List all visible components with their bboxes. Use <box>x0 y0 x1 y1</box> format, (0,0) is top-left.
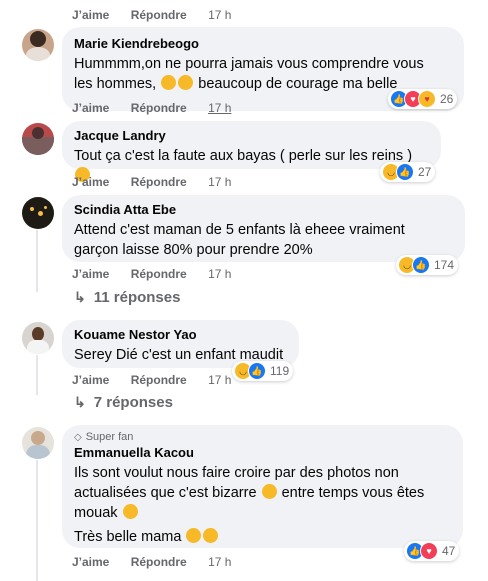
reaction-summary[interactable]: ◡ 👍 174 <box>396 255 459 275</box>
reply-button[interactable]: Répondre <box>131 267 187 281</box>
comment-actions: J’aime Répondre 17 h <box>72 554 231 570</box>
comment-text-segment: actualisées que c'est bizarre <box>74 485 257 501</box>
avatar[interactable] <box>22 29 54 61</box>
reply-arrow-icon: ↳ <box>74 394 86 410</box>
emoji-icon <box>203 528 219 543</box>
reaction-summary[interactable]: ◡ 👍 119 <box>232 361 294 381</box>
like-button[interactable]: J’aime <box>72 175 109 189</box>
comment-bubble: ◇ Super fan Emmanuella Kacou Ils sont vou… <box>62 425 463 548</box>
comment-text-line: Ils sont voulut nous faire croire par de… <box>74 465 399 481</box>
comment-actions: J’aime Répondre 17 h <box>72 174 231 190</box>
thread-line <box>36 460 38 581</box>
comment-actions: J’aime Répondre 17 h <box>72 100 231 116</box>
like-button[interactable]: J’aime <box>72 267 109 281</box>
comment-author[interactable]: Marie Kiendrebeogo <box>74 36 452 52</box>
reply-button[interactable]: Répondre <box>131 175 187 189</box>
reply-button[interactable]: Répondre <box>131 555 187 569</box>
comment-text-segment: Tout ça c'est la faute aux bayas ( perle… <box>74 148 413 164</box>
comment-text-line: Très belle mama <box>74 527 451 547</box>
comment-bubble: Scindia Atta Ebe Attend c'est maman de 5… <box>62 195 465 262</box>
view-replies-link[interactable]: ↳ 11 réponses <box>74 289 180 306</box>
comment-author[interactable]: Scindia Atta Ebe <box>74 202 453 218</box>
comment-text-segment: entre temps vous êtes <box>281 485 425 501</box>
like-reaction-icon: 👍 <box>396 163 414 181</box>
thread-line <box>36 230 38 292</box>
avatar[interactable] <box>22 427 54 459</box>
comment-actions: J’aime Répondre 17 h <box>72 7 231 23</box>
emoji-icon <box>186 528 202 543</box>
reaction-summary[interactable]: 👍 ♥ ♥ 26 <box>388 89 458 109</box>
care-reaction-icon: ♥ <box>418 90 436 108</box>
avatar[interactable] <box>22 197 54 229</box>
emoji-icon <box>261 484 277 499</box>
diamond-icon: ◇ <box>74 431 82 443</box>
comment-text-line: Hummmm,on ne pourra jamais vous comprend… <box>74 56 424 72</box>
comment-text: Ils sont voulut nous faire croire par de… <box>74 463 451 547</box>
comment-text-line: mouak <box>74 503 451 523</box>
timestamp[interactable]: 17 h <box>208 373 231 387</box>
badge-label: Super fan <box>85 431 134 443</box>
emoji-icon <box>122 504 138 519</box>
replies-count: 11 réponses <box>93 289 181 306</box>
like-reaction-icon: 👍 <box>248 362 266 380</box>
reply-button[interactable]: Répondre <box>131 373 187 387</box>
avatar[interactable] <box>22 123 54 155</box>
reaction-count: 174 <box>434 258 455 272</box>
thread-line <box>36 355 38 395</box>
like-button[interactable]: J’aime <box>72 555 109 569</box>
like-button[interactable]: J’aime <box>72 101 109 115</box>
comment-author[interactable]: Jacque Landry <box>74 128 429 144</box>
emoji-icon <box>161 75 177 90</box>
timestamp[interactable]: 17 h <box>208 267 231 281</box>
comment-text-segment: mouak <box>74 505 118 521</box>
love-reaction-icon: ♥ <box>420 542 438 560</box>
reply-button[interactable]: Répondre <box>131 8 187 22</box>
replies-count: 7 réponses <box>93 394 173 411</box>
reply-button[interactable]: Répondre <box>131 101 187 115</box>
comment-actions: J’aime Répondre 17 h <box>72 372 231 388</box>
comment-text-line: actualisées que c'est bizarre entre temp… <box>74 483 451 503</box>
reaction-count: 27 <box>418 165 432 179</box>
avatar[interactable] <box>22 322 54 354</box>
comment-text-line: garçon laisse 80% pour prendre 20% <box>74 242 313 258</box>
like-button[interactable]: J’aime <box>72 373 109 387</box>
view-replies-link[interactable]: ↳ 7 réponses <box>74 394 173 411</box>
reply-arrow-icon: ↳ <box>74 289 86 305</box>
comment-text: Hummmm,on ne pourra jamais vous comprend… <box>74 54 452 94</box>
comment-text: Attend c'est maman de 5 enfants là eheee… <box>74 220 453 260</box>
reaction-summary[interactable]: ◡ 👍 27 <box>380 162 436 182</box>
comment-text-segment: Très belle mama <box>74 529 182 545</box>
reaction-count: 47 <box>442 544 456 558</box>
timestamp[interactable]: 17 h <box>208 175 231 189</box>
reaction-summary[interactable]: 👍 ♥ 47 <box>404 541 460 561</box>
timestamp[interactable]: 17 h <box>208 8 231 22</box>
super-fan-badge: ◇ Super fan <box>74 431 451 443</box>
emoji-icon <box>178 75 194 90</box>
reaction-count: 119 <box>270 364 290 378</box>
comment-author[interactable]: Emmanuella Kacou <box>74 445 451 461</box>
timestamp[interactable]: 17 h <box>208 555 231 569</box>
comment-text-segment: les hommes, <box>74 76 157 92</box>
comment-text-segment: beaucoup de courage ma belle <box>198 76 398 92</box>
like-button[interactable]: J’aime <box>72 8 109 22</box>
comment-text-line: Attend c'est maman de 5 enfants là eheee… <box>74 222 405 238</box>
timestamp[interactable]: 17 h <box>208 101 231 115</box>
like-reaction-icon: 👍 <box>412 256 430 274</box>
comment-bubble: Jacque Landry Tout ça c'est la faute aux… <box>62 121 441 182</box>
comment-actions: J’aime Répondre 17 h <box>72 266 231 282</box>
reaction-count: 26 <box>440 92 454 106</box>
comment-author[interactable]: Kouame Nestor Yao <box>74 327 287 343</box>
